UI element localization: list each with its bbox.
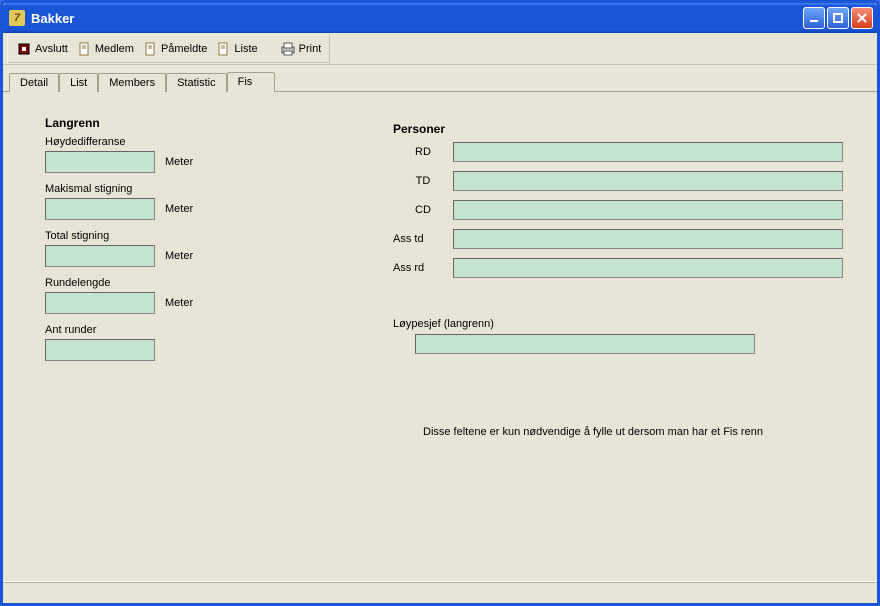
tab-detail[interactable]: Detail	[9, 73, 59, 92]
tab-bar: Detail List Members Statistic Fis	[3, 65, 877, 92]
close-button[interactable]	[851, 7, 873, 29]
print-label: Print	[299, 43, 322, 55]
toolbar-group: Avslutt Medlem Påmeldte Liste	[7, 35, 330, 63]
maksimal-label: Makismal stigning	[45, 183, 345, 195]
rundelengde-input[interactable]	[45, 292, 155, 314]
app-icon: 7	[9, 10, 25, 26]
assrd-label: Ass rd	[393, 262, 453, 274]
app-window: 7 Bakker Avslutt Medlem	[0, 0, 880, 606]
personer-section: Personer RD TD CD Ass td Ass rd	[393, 122, 843, 354]
window-title: Bakker	[31, 11, 801, 26]
tab-members[interactable]: Members	[98, 73, 166, 92]
maksimal-unit: Meter	[165, 203, 193, 215]
medlem-label: Medlem	[95, 43, 134, 55]
close-icon	[856, 12, 868, 24]
titlebar[interactable]: 7 Bakker	[3, 3, 877, 33]
hoydediff-unit: Meter	[165, 156, 193, 168]
langrenn-title: Langrenn	[45, 116, 345, 130]
loypesjef-input[interactable]	[415, 334, 755, 354]
tab-fis[interactable]: Fis	[227, 72, 276, 92]
document-icon	[142, 41, 158, 57]
hoydediff-input[interactable]	[45, 151, 155, 173]
exit-icon	[16, 41, 32, 57]
td-input[interactable]	[453, 171, 843, 191]
hoydediff-label: Høydedifferanse	[45, 136, 345, 148]
info-note: Disse feltene er kun nødvendige å fylle …	[423, 426, 763, 438]
document-icon	[215, 41, 231, 57]
printer-icon	[280, 41, 296, 57]
avslutt-label: Avslutt	[35, 43, 68, 55]
maksimal-input[interactable]	[45, 198, 155, 220]
liste-button[interactable]: Liste	[211, 39, 261, 59]
avslutt-button[interactable]: Avslutt	[12, 39, 72, 59]
antrunder-label: Ant runder	[45, 324, 345, 336]
minimize-button[interactable]	[803, 7, 825, 29]
assrd-input[interactable]	[453, 258, 843, 278]
content-panel: Langrenn Høydedifferanse Meter Makismal …	[3, 92, 877, 581]
print-button[interactable]: Print	[276, 39, 326, 59]
medlem-button[interactable]: Medlem	[72, 39, 138, 59]
minimize-icon	[808, 12, 820, 24]
asstd-label: Ass td	[393, 233, 453, 245]
rundelengde-label: Rundelengde	[45, 277, 345, 289]
total-input[interactable]	[45, 245, 155, 267]
total-label: Total stigning	[45, 230, 345, 242]
tab-statistic[interactable]: Statistic	[166, 73, 227, 92]
status-bar	[3, 581, 877, 603]
document-icon	[76, 41, 92, 57]
cd-input[interactable]	[453, 200, 843, 220]
liste-label: Liste	[234, 43, 257, 55]
personer-title: Personer	[393, 122, 843, 136]
toolbar: Avslutt Medlem Påmeldte Liste	[3, 33, 877, 65]
langrenn-section: Langrenn Høydedifferanse Meter Makismal …	[45, 116, 345, 371]
loypesjef-label: Løypesjef (langrenn)	[393, 318, 843, 330]
rundelengde-unit: Meter	[165, 297, 193, 309]
tab-list[interactable]: List	[59, 73, 98, 92]
maximize-icon	[832, 12, 844, 24]
pameldte-label: Påmeldte	[161, 43, 207, 55]
pameldte-button[interactable]: Påmeldte	[138, 39, 211, 59]
total-unit: Meter	[165, 250, 193, 262]
td-label: TD	[393, 175, 453, 187]
maximize-button[interactable]	[827, 7, 849, 29]
antrunder-input[interactable]	[45, 339, 155, 361]
asstd-input[interactable]	[453, 229, 843, 249]
cd-label: CD	[393, 204, 453, 216]
rd-input[interactable]	[453, 142, 843, 162]
rd-label: RD	[393, 146, 453, 158]
